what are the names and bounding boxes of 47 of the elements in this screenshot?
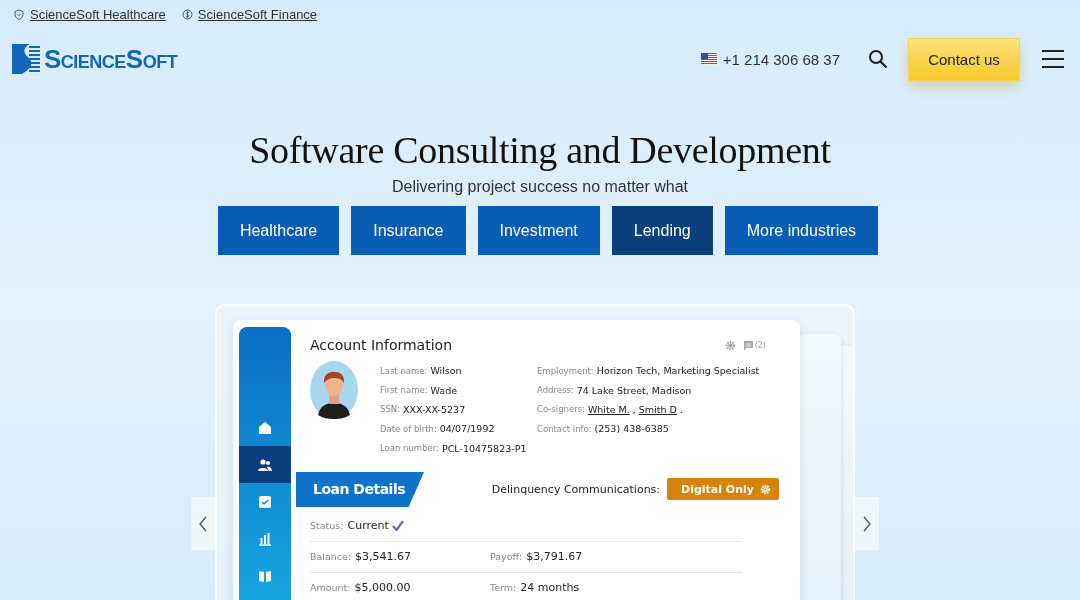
- logo-text: ScienceSoft: [44, 43, 178, 75]
- field-value: PCL-10475823-P1: [442, 442, 527, 454]
- delinquency-label: Delinquency Communications:: [491, 482, 661, 496]
- site-link[interactable]: ScienceSoft Finance: [197, 6, 318, 22]
- field-value: $3,791.67: [526, 550, 583, 564]
- field-label: Contact info:: [537, 423, 592, 434]
- field-value: Wade: [430, 384, 458, 396]
- industry-tab[interactable]: Investment: [477, 206, 600, 255]
- phone-number[interactable]: +1 214 306 68 37: [722, 50, 840, 68]
- cosigner-link[interactable]: Smith D: [638, 403, 677, 415]
- field-value: Wilson: [430, 365, 462, 377]
- section-title: Account Information: [310, 337, 453, 353]
- page-title: Software Consulting and Development: [249, 128, 831, 172]
- industry-tab[interactable]: Lending: [611, 206, 713, 255]
- field-value: $3,541.67: [355, 550, 412, 564]
- field-label: Payoff:: [490, 551, 523, 563]
- contact-button[interactable]: Contact us: [908, 37, 1020, 81]
- field-label: Status:: [310, 520, 344, 532]
- field-label: Term:: [490, 582, 517, 594]
- field-value: ,: [632, 403, 636, 415]
- field-value: .: [679, 403, 683, 415]
- field-label: Date of birth:: [380, 423, 437, 434]
- comment-count: (2): [754, 340, 766, 350]
- field-value: XXX-XX-5237: [403, 403, 466, 415]
- industry-tab[interactable]: Insurance: [351, 206, 466, 255]
- field-value: 24 months: [520, 581, 580, 595]
- field-label: Last name:: [380, 365, 428, 376]
- cosigner-link[interactable]: White M.: [587, 403, 630, 415]
- site-link[interactable]: ScienceSoft Healthcare: [30, 6, 166, 22]
- field-value: 04/07/1992: [439, 423, 495, 435]
- field-value: Current: [347, 519, 389, 533]
- industry-tab[interactable]: More industries: [724, 206, 879, 255]
- field-label: Amount:: [310, 582, 351, 594]
- field-value: Horizon Tech, Marketing Specialist: [596, 365, 760, 377]
- field-label: Employment:: [537, 365, 594, 376]
- field-label: SSN:: [380, 404, 400, 415]
- field-label: Co-signers:: [537, 404, 585, 415]
- field-label: Balance:: [310, 551, 352, 563]
- field-value: 74 Lake Street, Madison: [576, 384, 692, 396]
- page-subtitle: Delivering project success no matter what: [391, 178, 689, 196]
- field-value: $5,000.00: [354, 581, 411, 595]
- field-label: Loan number:: [380, 443, 439, 454]
- field-label: Address:: [537, 385, 574, 396]
- field-value: (253) 438-6385: [594, 423, 669, 435]
- industry-tab[interactable]: Healthcare: [217, 206, 340, 255]
- field-label: First name:: [380, 385, 428, 396]
- loan-details-banner: Loan Details: [296, 471, 424, 507]
